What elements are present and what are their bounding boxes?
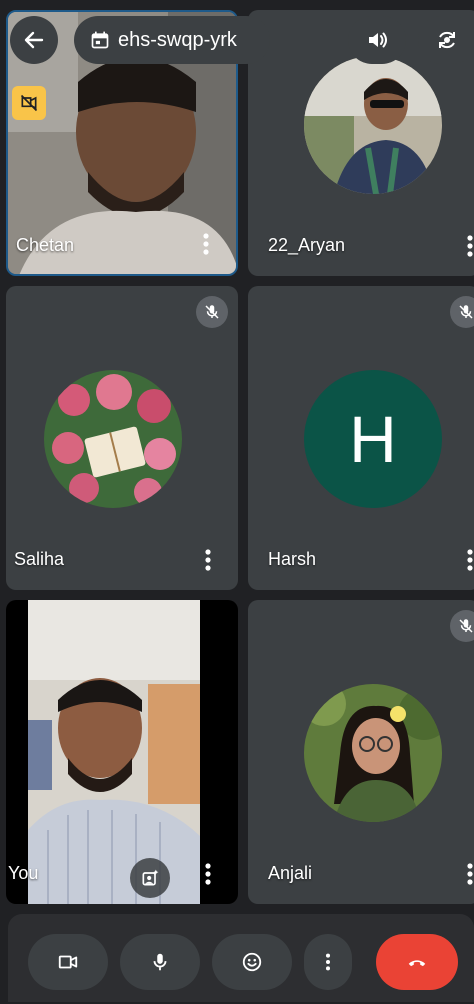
participant-tile-self[interactable]: You bbox=[6, 600, 238, 904]
switch-camera-button[interactable] bbox=[418, 16, 474, 64]
back-button[interactable] bbox=[10, 16, 58, 64]
speaker-icon bbox=[369, 32, 387, 48]
switch-camera-icon bbox=[439, 31, 455, 49]
more-vert-icon[interactable] bbox=[460, 862, 474, 886]
mic-off-icon bbox=[196, 296, 228, 328]
more-vert-icon bbox=[325, 953, 331, 971]
more-vert-icon[interactable] bbox=[198, 548, 218, 572]
calendar-icon bbox=[91, 31, 109, 49]
audio-output-button[interactable] bbox=[348, 16, 406, 64]
more-vert-icon[interactable] bbox=[196, 232, 216, 256]
end-call-icon bbox=[408, 960, 426, 967]
more-vert-icon[interactable] bbox=[198, 862, 218, 886]
mic-icon bbox=[153, 953, 167, 971]
mic-off-icon bbox=[450, 296, 474, 328]
avatar bbox=[304, 56, 442, 194]
meeting-code: ehs-swqp-yrk bbox=[118, 28, 237, 51]
avatar-initial: H bbox=[349, 402, 397, 476]
reactions-button[interactable] bbox=[212, 934, 292, 990]
video-off-badge-icon bbox=[12, 86, 46, 120]
self-video bbox=[28, 600, 200, 904]
participant-name: 22_Aryan bbox=[268, 235, 346, 255]
meeting-screen: Chetan 22_Aryan Saliha H Harsh You Anjal… bbox=[0, 0, 474, 1004]
more-vert-icon[interactable] bbox=[460, 548, 474, 572]
participant-name: You bbox=[8, 863, 39, 883]
back-arrow-icon bbox=[24, 31, 44, 49]
mic-off-icon bbox=[450, 610, 474, 642]
participant-tile-saliha[interactable]: Saliha bbox=[6, 286, 238, 590]
participant-tile-harsh[interactable]: H Harsh bbox=[248, 286, 474, 590]
effects-icon[interactable] bbox=[130, 858, 170, 898]
participant-tile-anjali[interactable]: Anjali bbox=[248, 600, 474, 904]
more-options-button[interactable] bbox=[304, 934, 352, 990]
call-controls-bar bbox=[8, 914, 474, 1002]
avatar bbox=[304, 684, 442, 822]
camera-icon bbox=[58, 955, 78, 969]
avatar: H bbox=[304, 370, 442, 508]
participant-name: Saliha bbox=[14, 549, 65, 569]
mic-toggle-button[interactable] bbox=[120, 934, 200, 990]
more-vert-icon[interactable] bbox=[460, 234, 474, 258]
meeting-code-chip[interactable]: ehs-swqp-yrk bbox=[74, 16, 270, 64]
camera-toggle-button[interactable] bbox=[28, 934, 108, 990]
avatar bbox=[44, 370, 182, 508]
participant-name: Anjali bbox=[268, 863, 313, 883]
emoji-icon bbox=[242, 952, 262, 972]
participant-name: Harsh bbox=[268, 549, 317, 569]
end-call-button[interactable] bbox=[376, 934, 458, 990]
participant-name: Chetan bbox=[16, 235, 75, 255]
